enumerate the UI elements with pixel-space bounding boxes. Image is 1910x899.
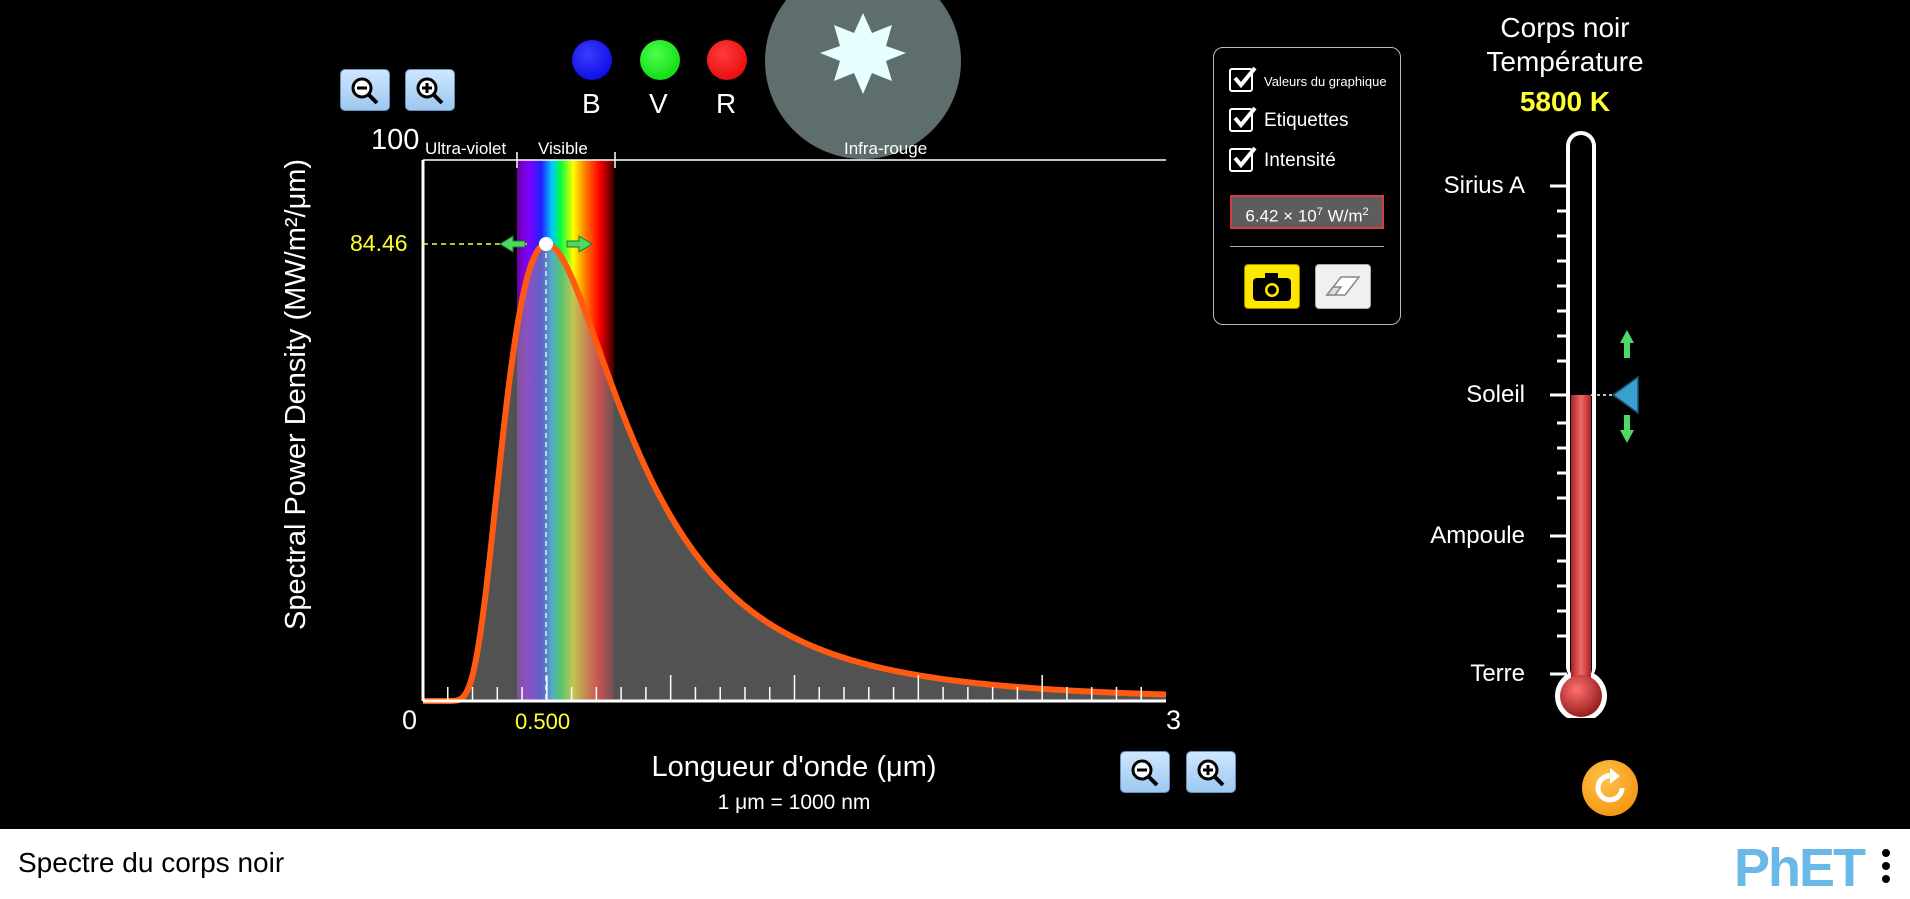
y-max-label: 100 [371, 124, 420, 156]
graph-values-label: Valeurs du graphique [1264, 74, 1387, 89]
x-zoom-in-button[interactable] [1186, 751, 1236, 793]
thermometer[interactable] [1525, 118, 1645, 718]
peak-wavelength-label: 0.500 [515, 709, 571, 734]
thermometer-bulb [1560, 675, 1602, 717]
visible-label: Visible [538, 139, 588, 158]
spectrum-graph [421, 152, 1166, 704]
snapshot-button[interactable] [1244, 264, 1300, 309]
eraser-icon [1325, 276, 1361, 296]
thermometer-title-2: Température [1486, 46, 1644, 77]
temperature-up-arrow-icon[interactable] [1620, 330, 1634, 358]
intensity-label: Intensité [1264, 150, 1336, 171]
labels-checkbox[interactable] [1229, 106, 1257, 132]
reset-icon [1595, 768, 1625, 803]
x-axis-title: Longueur d'onde (μm) [651, 751, 937, 783]
zoom-out-icon [1131, 759, 1159, 787]
checkmark-icon [1233, 146, 1257, 169]
x-max-label: 3 [1166, 705, 1182, 735]
thermometer-title-1: Corps noir [1500, 12, 1630, 43]
x-zoom-out-button[interactable] [1120, 751, 1170, 793]
labels-label: Etiquettes [1264, 110, 1349, 131]
curve-area [423, 244, 1166, 701]
uv-label: Ultra-violet [425, 139, 507, 158]
reset-all-button[interactable] [1582, 760, 1638, 816]
navigation-bar: Spectre du corps noir PhET [0, 829, 1910, 899]
ir-label: Infra-rouge [844, 139, 928, 158]
graph-values-checkbox[interactable] [1229, 66, 1257, 92]
peak-value-label: 84.46 [350, 230, 408, 256]
intensity-checkbox[interactable] [1229, 146, 1257, 172]
erase-button[interactable] [1315, 264, 1371, 309]
marker-ampoule: Ampoule [1430, 522, 1525, 549]
temperature-readout: 5800 K [1519, 86, 1611, 117]
camera-icon [1253, 273, 1291, 301]
checkmark-icon [1233, 66, 1257, 89]
marker-soleil: Soleil [1466, 381, 1525, 408]
marker-sirius-a: Sirius A [1443, 172, 1525, 199]
marker-terre: Terre [1470, 660, 1525, 687]
temperature-slider-thumb[interactable] [1611, 375, 1639, 415]
y-zero-label: 0 [402, 705, 418, 735]
x-axis-subtitle: 1 μm = 1000 nm [717, 791, 871, 814]
thermometer-mercury [1571, 395, 1591, 685]
panel-divider [1230, 246, 1384, 247]
sim-title: Spectre du corps noir [18, 847, 285, 878]
phet-logo[interactable]: PhET [1734, 837, 1866, 899]
peak-handle[interactable] [539, 237, 553, 251]
checkmark-icon [1233, 106, 1257, 129]
zoom-in-icon [1197, 759, 1225, 787]
options-panel: Valeurs du graphique Etiquettes Intensit… [1213, 47, 1401, 325]
intensity-readout: 6.42 × 107 W/m2 [1230, 195, 1384, 229]
simulation-stage: B V R 100 0 3 Ultra-violet Visible Infra… [0, 0, 1910, 829]
phet-menu-icon[interactable] [1882, 849, 1890, 889]
temperature-down-arrow-icon[interactable] [1620, 415, 1634, 443]
y-axis-title: Spectral Power Density (MW/m²/μm) [280, 158, 312, 630]
